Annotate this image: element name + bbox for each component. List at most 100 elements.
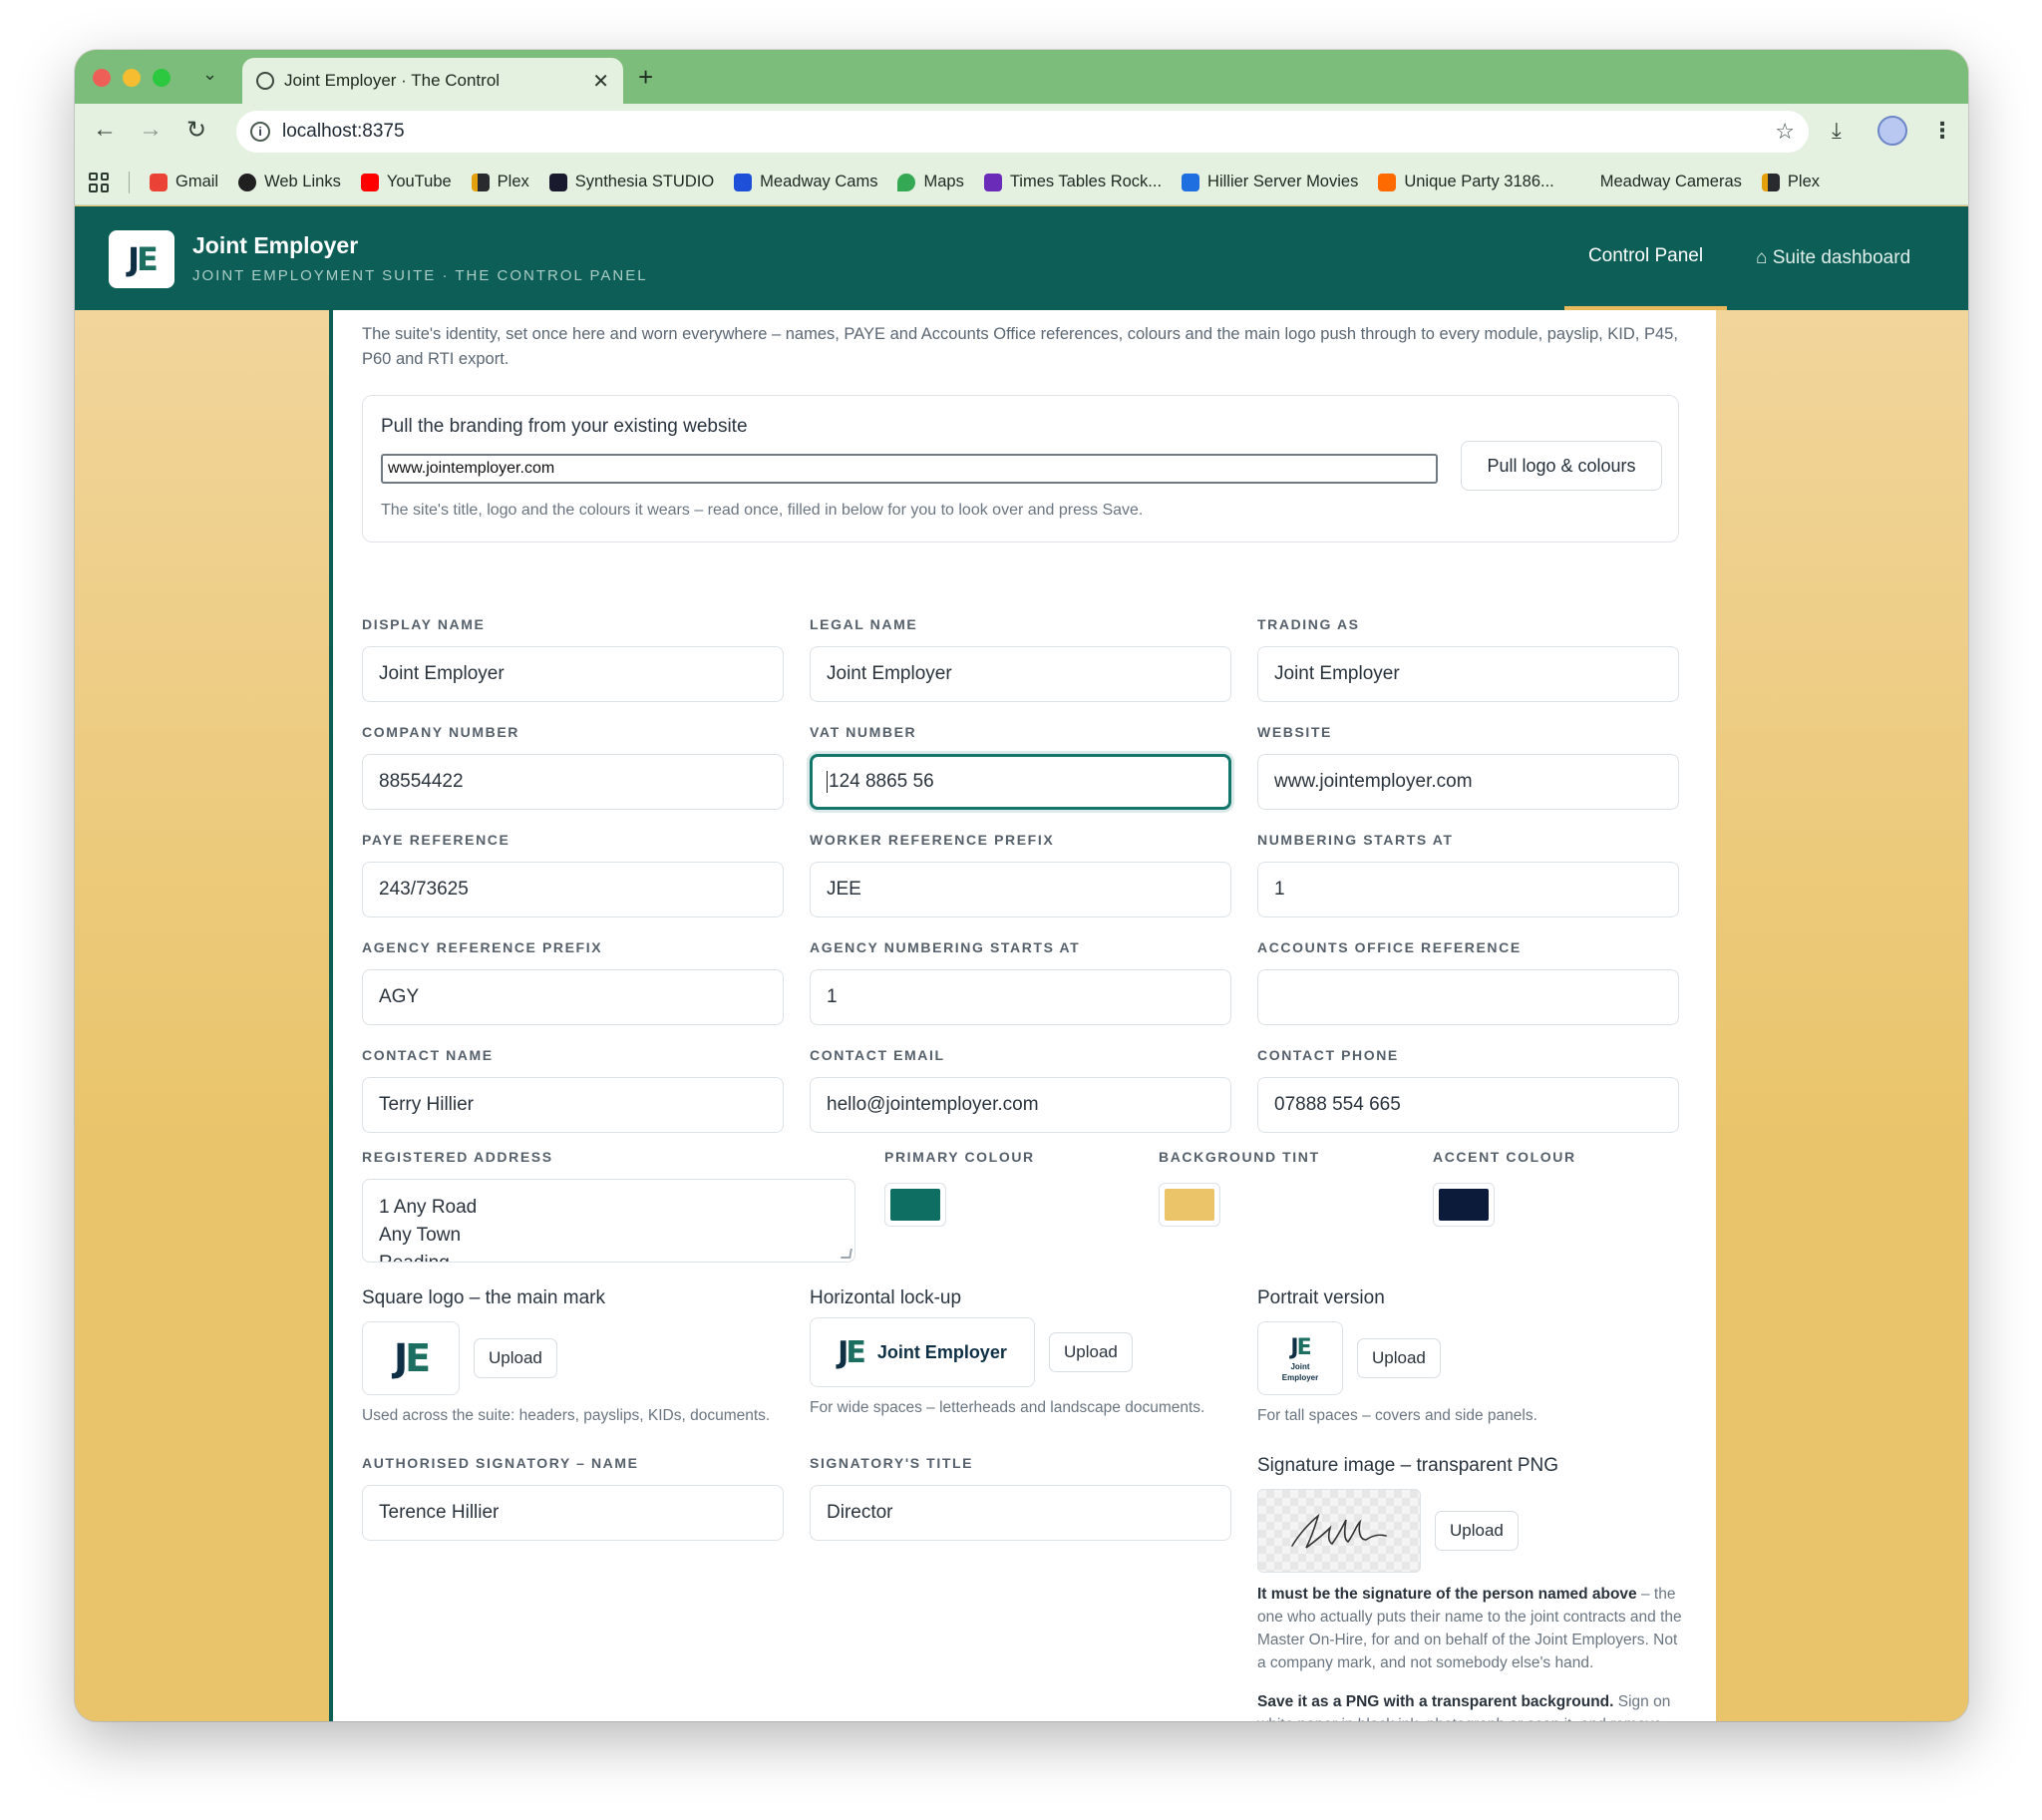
minimize-window-button[interactable] [123, 69, 141, 87]
website-url-input[interactable] [381, 454, 1438, 484]
bookmark-label: Plex [1787, 173, 1821, 190]
bookmark-gmail[interactable]: Gmail [150, 173, 218, 191]
display-name-label: Display name [362, 616, 486, 632]
site-info-icon[interactable]: i [250, 122, 270, 142]
company-number-field: Company number 88554422 [362, 724, 784, 810]
agency-numbering-label: Agency numbering starts at [810, 939, 1081, 955]
primary-colour-swatch[interactable] [884, 1183, 946, 1227]
address-bar[interactable]: i localhost:8375 ☆ [236, 111, 1809, 153]
bookmark-plex[interactable]: Plex [471, 173, 529, 191]
contact-phone-input[interactable]: 07888 554 665 [1257, 1077, 1679, 1133]
tab-search-icon[interactable]: ⌄ [202, 64, 217, 85]
contact-email-input[interactable]: hello@jointemployer.com [810, 1077, 1231, 1133]
logo-e: E [137, 240, 159, 278]
bookmark-maps[interactable]: Maps [897, 173, 964, 191]
paye-reference-input[interactable]: 243/73625 [362, 862, 784, 917]
display-name-input[interactable]: Joint Employer [362, 646, 784, 702]
bookmark-hillier-server[interactable]: Hillier Server Movies [1182, 173, 1358, 191]
agency-prefix-field: Agency reference prefix AGY [362, 939, 784, 1025]
back-arrow-icon[interactable]: ← [93, 116, 117, 144]
legal-name-input[interactable]: Joint Employer [810, 646, 1231, 702]
background-tint-swatch[interactable] [1159, 1183, 1220, 1227]
numbering-starts-input[interactable]: 1 [1257, 862, 1679, 917]
resize-handle[interactable] [841, 1249, 852, 1259]
bookmark-label: YouTube [386, 173, 452, 190]
pull-logo-colours-button[interactable]: Pull logo & colours [1461, 441, 1662, 491]
bookmark-label: Meadway Cameras [1599, 173, 1742, 190]
maximize-window-button[interactable] [153, 69, 170, 87]
globe-icon [256, 72, 274, 90]
horizontal-wordmark: Joint Employer [876, 1341, 1007, 1362]
portrait-logo-preview: JE Joint Employer [1257, 1321, 1343, 1395]
bookmark-plex-2[interactable]: Plex [1761, 173, 1821, 191]
close-window-button[interactable] [93, 69, 111, 87]
bookmark-web-links[interactable]: Web Links [238, 173, 341, 191]
registered-address-label: Registered address [362, 1149, 553, 1165]
app-name: Joint Employer [192, 232, 359, 258]
browser-toolbar: ← → ↻ i localhost:8375 ☆ ⤓ ⋮ [75, 104, 1968, 160]
upload-horizontal-logo-button[interactable]: Upload [1049, 1332, 1133, 1372]
agency-prefix-input[interactable]: AGY [362, 969, 784, 1025]
nav-control-panel[interactable]: Control Panel [1564, 206, 1727, 310]
portrait-logo-title: Portrait version [1257, 1287, 1385, 1308]
bookmark-times-tables[interactable]: Times Tables Rock... [983, 173, 1162, 191]
signatory-title-input[interactable]: Director [810, 1485, 1231, 1541]
pull-branding-panel: Pull the branding from your existing web… [362, 395, 1679, 543]
logo-j: J [128, 240, 140, 278]
address-line-3: Reading [379, 1250, 839, 1262]
bookmark-synthesia[interactable]: Synthesia STUDIO [548, 173, 714, 191]
trading-as-input[interactable]: Joint Employer [1257, 646, 1679, 702]
reload-icon[interactable]: ↻ [186, 116, 206, 145]
forward-arrow-icon[interactable]: → [139, 116, 163, 144]
je-logo-mark: JE [838, 1335, 866, 1370]
je-logo-mark: JE [394, 1336, 431, 1380]
upload-square-logo-button[interactable]: Upload [474, 1338, 557, 1378]
vat-number-input[interactable]: 124 8865 56 [810, 754, 1231, 810]
registered-address-textarea[interactable]: 1 Any Road Any Town Reading [362, 1179, 855, 1263]
paye-reference-label: PAYE reference [362, 832, 510, 848]
registered-address-field: Registered address 1 Any Road Any Town R… [362, 1149, 855, 1263]
nav-suite-dashboard[interactable]: ⌂ Suite dashboard [1756, 206, 1910, 310]
upload-portrait-logo-button[interactable]: Upload [1357, 1338, 1441, 1378]
bookmark-meadway-cameras[interactable]: Meadway Cameras [1574, 173, 1742, 191]
agency-numbering-input[interactable]: 1 [810, 969, 1231, 1025]
kebab-menu-icon[interactable]: ⋮ [1931, 118, 1953, 144]
intro-text: The suite's identity, set once here and … [362, 325, 1678, 368]
app-subtitle: JOINT EMPLOYMENT SUITE · THE CONTROL PAN… [192, 267, 648, 284]
bookmark-star-icon[interactable]: ☆ [1775, 119, 1795, 145]
numbering-starts-label: Numbering starts at [1257, 832, 1454, 848]
contact-name-field: Contact name Terry Hillier [362, 1047, 784, 1133]
bookmark-label: Plex [497, 173, 529, 190]
bookmark-youtube[interactable]: YouTube [360, 173, 452, 191]
active-tab[interactable]: Joint Employer · The Control ✕ [242, 58, 623, 104]
website-input[interactable]: www.jointemployer.com [1257, 754, 1679, 810]
horizontal-logo-preview: JE Joint Employer [810, 1317, 1035, 1387]
bookmark-label: Hillier Server Movies [1207, 173, 1359, 190]
bookmark-meadway-cams[interactable]: Meadway Cams [734, 173, 877, 191]
synthesia-icon [548, 173, 567, 191]
worker-prefix-input[interactable]: JEE [810, 862, 1231, 917]
close-tab-icon[interactable]: ✕ [592, 69, 609, 94]
portrait-wordmark-line1: Joint [1290, 1361, 1310, 1371]
contact-name-label: Contact name [362, 1047, 494, 1063]
address-url[interactable]: localhost:8375 [282, 121, 1763, 143]
signature-preview [1257, 1489, 1421, 1573]
signatory-name-field: Authorised signatory – name Terence Hill… [362, 1455, 784, 1541]
signatory-name-input[interactable]: Terence Hillier [362, 1485, 784, 1541]
contact-name-input[interactable]: Terry Hillier [362, 1077, 784, 1133]
accent-colour-swatch[interactable] [1433, 1183, 1495, 1227]
maps-pin-icon [897, 173, 916, 191]
apps-grid-icon[interactable] [89, 172, 109, 192]
square-logo-title: Square logo – the main mark [362, 1287, 605, 1308]
new-tab-button[interactable]: + [638, 62, 653, 93]
plex-icon [1761, 173, 1780, 191]
bookmark-unique-party[interactable]: Unique Party 3186... [1378, 173, 1554, 191]
accounts-office-input[interactable] [1257, 969, 1679, 1025]
upload-signature-button[interactable]: Upload [1435, 1511, 1519, 1551]
company-number-input[interactable]: 88554422 [362, 754, 784, 810]
download-icon[interactable]: ⤓ [1832, 118, 1842, 144]
profile-avatar[interactable] [1877, 116, 1907, 146]
app-logo[interactable]: JE [109, 230, 174, 288]
meadway-icon [734, 173, 753, 191]
background-tint-field: Background tint [1159, 1149, 1408, 1227]
